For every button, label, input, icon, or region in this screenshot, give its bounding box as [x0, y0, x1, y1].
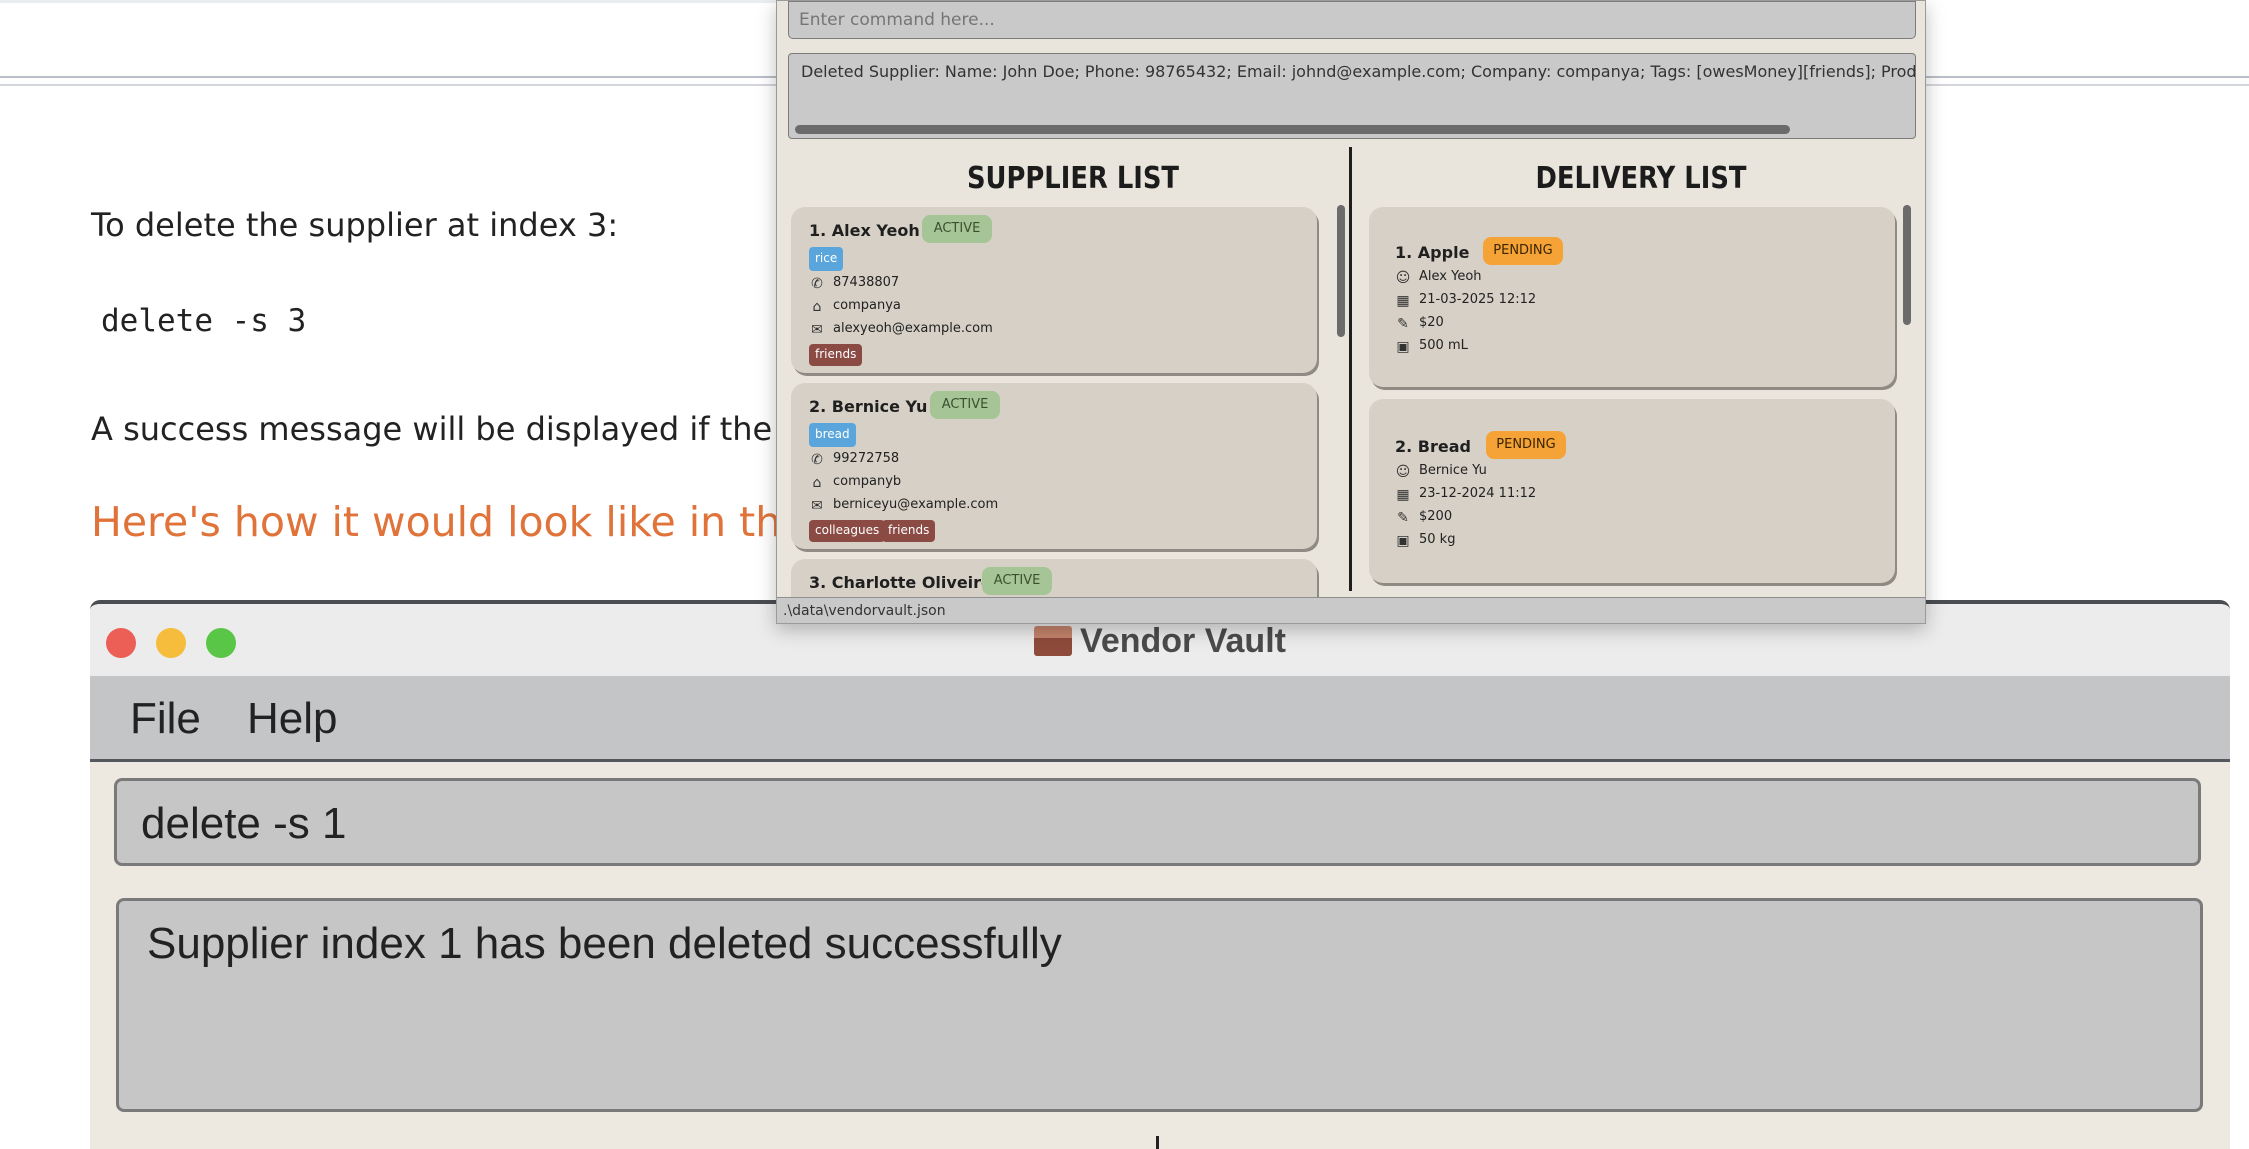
panel-divider — [1349, 147, 1352, 591]
delivery-quantity: ▣ 500 mL — [1396, 338, 1468, 355]
horizontal-scrollbar[interactable] — [795, 125, 1790, 134]
status-bar: .\data\vendorvault.json — [777, 597, 1925, 623]
app-screenshot-image: Vendor Vault File Help delete -s 1 Suppl… — [90, 600, 2230, 1149]
money-icon: ✎ — [1397, 316, 1409, 332]
menu-file: File — [130, 694, 201, 743]
calendar-icon: ▦ — [1396, 293, 1410, 309]
result-display: Supplier index 1 has been deleted succes… — [116, 898, 2203, 1112]
supplier-name: 1. Alex Yeoh — [809, 221, 920, 240]
browser-tabs — [0, 0, 780, 3]
supplier-company: ⌂ companya — [809, 298, 901, 314]
command-input[interactable] — [788, 1, 1916, 39]
text-cursor — [1156, 1136, 1159, 1149]
envelope-icon: ✉ — [811, 322, 823, 338]
supplier-name: 3. Charlotte Oliveiro — [809, 573, 993, 592]
supplier-phone: ✆ 99272758 — [809, 451, 899, 467]
delivery-date: ▦ 21-03-2025 12:12 — [1396, 292, 1537, 309]
status-badge: ACTIVE — [922, 215, 992, 243]
boxes-icon: ▣ — [1396, 339, 1410, 355]
supplier-list-scrollbar[interactable] — [1337, 205, 1345, 337]
tag: friends — [882, 520, 936, 542]
delivery-card[interactable]: 2. Bread PENDING ☺ Bernice Yu ▦ 23-12-2024… — [1369, 399, 1895, 583]
product-tag: rice — [809, 247, 844, 271]
menu-help: Help — [247, 694, 338, 743]
command-box: delete -s 1 — [114, 778, 2201, 866]
delivery-quantity: ▣ 50 kg — [1396, 532, 1456, 549]
status-badge: ACTIVE — [982, 567, 1052, 595]
result-display[interactable]: Deleted Supplier: Name: John Doe; Phone:… — [788, 53, 1916, 139]
doc-code-example: delete -s 3 — [101, 303, 307, 339]
delivery-cost: ✎ $20 — [1395, 315, 1444, 331]
delivery-cost: ✎ $200 — [1395, 509, 1452, 525]
delivery-supplier: ☺ Alex Yeoh — [1395, 269, 1482, 286]
supplier-list-title: SUPPLIER LIST — [966, 161, 1180, 196]
money-icon: ✎ — [1397, 510, 1409, 526]
delivery-supplier: ☺ Bernice Yu — [1395, 463, 1487, 480]
status-badge: ACTIVE — [930, 391, 1000, 419]
calendar-icon: ▦ — [1396, 487, 1410, 503]
tag: colleagues — [809, 520, 886, 542]
boxes-icon: ▣ — [1396, 533, 1410, 549]
delivery-list-panel: DELIVERY LIST 1. Apple PENDING ☺ Alex Yeo… — [1365, 147, 1917, 591]
delivery-date: ▦ 23-12-2024 11:12 — [1396, 486, 1537, 503]
doc-success-note: A success message will be displayed if t… — [91, 410, 800, 448]
delivery-list-scrollbar-thumb[interactable] — [1903, 205, 1911, 325]
delivery-list-title: DELIVERY LIST — [1535, 161, 1747, 196]
supplier-email: ✉ berniceyu@example.com — [809, 497, 998, 513]
supplier-email: ✉ alexyeoh@example.com — [809, 321, 993, 337]
supplier-company: ⌂ companyb — [809, 474, 902, 491]
delivery-card[interactable]: 1. Apple PENDING ☺ Alex Yeoh ▦ 21-03-2025 … — [1369, 207, 1895, 387]
supplier-card[interactable]: 2. Bernice Yu ACTIVE bread ✆ 99272758 ⌂ co… — [791, 383, 1317, 549]
supplier-card[interactable]: 1. Alex Yeoh ACTIVE rice ✆ 87438807 ⌂ comp… — [791, 207, 1317, 373]
delivery-product: 1. Apple — [1395, 243, 1470, 262]
building-icon: ⌂ — [812, 299, 822, 315]
supplier-phone: ✆ 87438807 — [809, 275, 899, 291]
person-icon: ☺ — [1395, 464, 1411, 480]
envelope-icon: ✉ — [811, 498, 823, 514]
result-text: Deleted Supplier: Name: John Doe; Phone:… — [801, 62, 1916, 81]
doc-heading: Here's how it would look like in the a — [91, 498, 845, 546]
person-icon: ☺ — [1395, 270, 1411, 286]
building-icon: ⌂ — [812, 475, 822, 491]
supplier-list-panel: SUPPLIER LIST 1. Alex Yeoh ACTIVE rice ✆… — [787, 147, 1359, 619]
tag: friends — [809, 344, 863, 366]
phone-icon: ✆ — [811, 276, 823, 292]
vendor-vault-window: Deleted Supplier: Name: John Doe; Phone:… — [776, 0, 1926, 624]
status-badge: PENDING — [1483, 237, 1563, 265]
status-badge: PENDING — [1486, 431, 1566, 459]
menu-bar: File Help — [90, 676, 2230, 762]
store-icon — [1034, 626, 1073, 656]
window-title: Vendor Vault — [90, 622, 2230, 661]
phone-icon: ✆ — [811, 452, 823, 468]
product-tag: bread — [809, 423, 856, 447]
delivery-product: 2. Bread — [1395, 437, 1471, 456]
doc-instruction: To delete the supplier at index 3: — [91, 206, 619, 244]
supplier-name: 2. Bernice Yu — [809, 397, 928, 416]
